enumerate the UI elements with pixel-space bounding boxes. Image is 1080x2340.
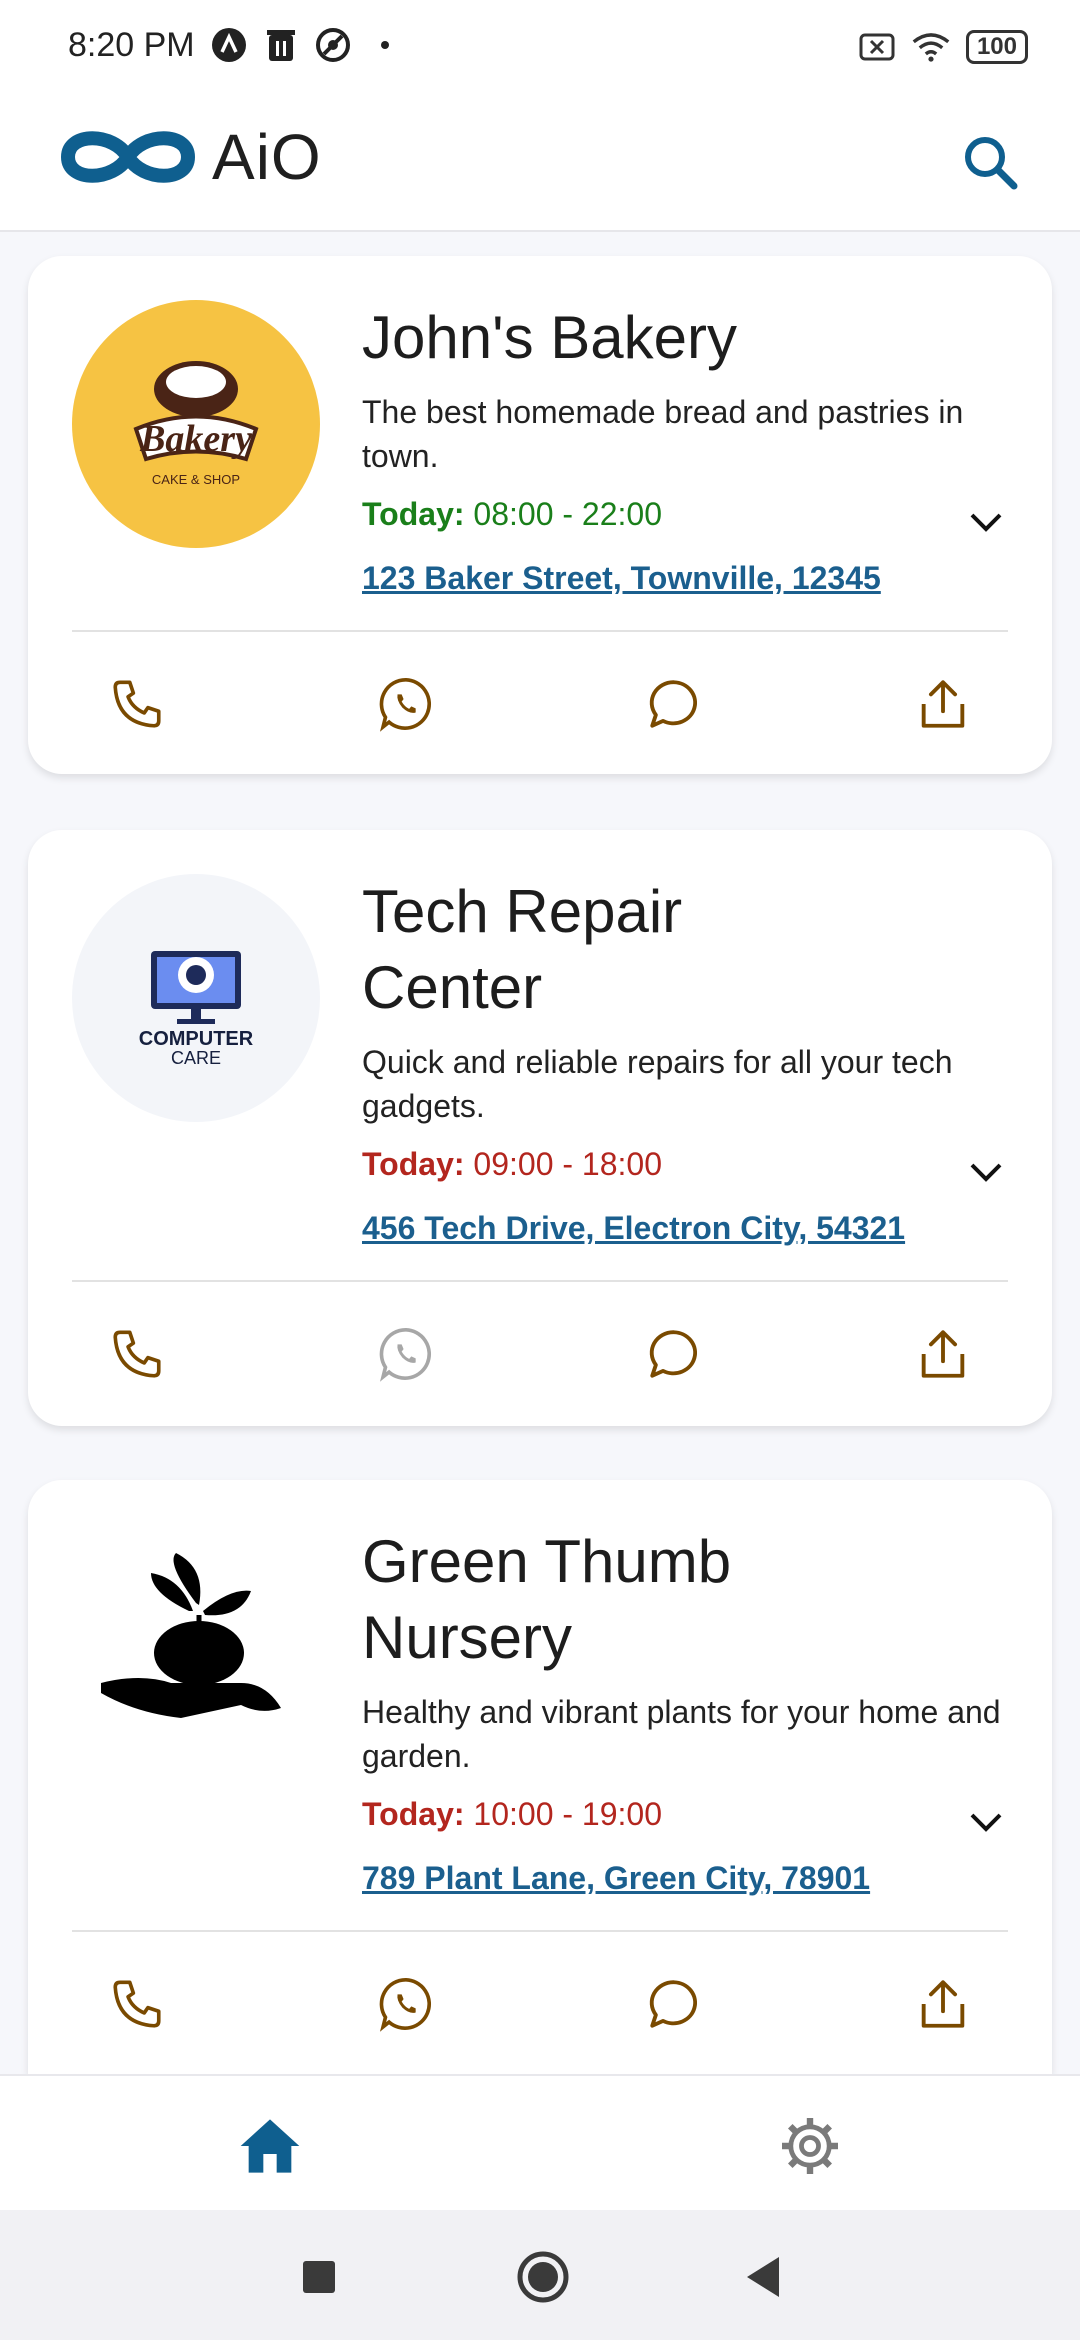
today-label: Today: (362, 1146, 465, 1182)
chat-bubble-icon (650, 1980, 698, 2028)
business-hours: Today: 09:00 - 18:00 (362, 1146, 662, 1183)
battery-indicator: 100 (965, 30, 1028, 64)
card-divider (72, 1930, 1008, 1932)
settings-icon (782, 2118, 838, 2174)
search-icon (965, 137, 1018, 190)
whatsapp-button-disabled (341, 1299, 471, 1409)
system-navigation-bar (0, 2210, 1080, 2340)
hours-value: 10:00 - 19:00 (473, 1796, 662, 1832)
trash-notification-icon (262, 26, 300, 64)
share-button[interactable] (878, 1299, 1008, 1409)
phone-icon (113, 680, 161, 728)
computer-logo-text: COMPUTER (139, 1028, 254, 1050)
expand-hours-button[interactable] (962, 1148, 1010, 1196)
status-bar: 8:20 PM 100 (0, 0, 1080, 96)
app-logo: AiO (58, 120, 322, 194)
plant-in-hand-icon (101, 1553, 281, 1718)
whatsapp-button[interactable] (341, 649, 471, 759)
chevron-down-icon (970, 513, 1002, 532)
expand-hours-button[interactable] (962, 1798, 1010, 1846)
home-system-button[interactable] (508, 2242, 578, 2312)
message-button[interactable] (609, 1949, 739, 2059)
nav-home-button[interactable] (220, 2106, 320, 2186)
business-card[interactable]: COMPUTER CARE Tech Repair Center Quick a… (28, 830, 1052, 1426)
today-label: Today: (362, 1796, 465, 1832)
business-description: Quick and reliable repairs for all your … (362, 1044, 953, 1124)
hours-value: 08:00 - 22:00 (473, 496, 662, 532)
whatsapp-icon (379, 678, 431, 732)
business-name: John's Bakery (362, 304, 737, 371)
status-system-icons: 100 (858, 28, 1028, 66)
business-name: Tech Repair Center (362, 878, 683, 1021)
message-button[interactable] (609, 649, 739, 759)
business-description: Healthy and vibrant plants for your home… (362, 1694, 1001, 1774)
status-notification-icons (210, 26, 404, 64)
wifi-icon (912, 28, 950, 66)
bakery-logo-icon: Bakery CAKE & SHOP (133, 361, 259, 487)
triangle-back-icon (747, 2257, 779, 2297)
recent-apps-button[interactable] (284, 2242, 354, 2312)
computer-care-logo-icon: COMPUTER CARE (139, 951, 254, 1068)
sync-notification-icon (314, 26, 352, 64)
business-card[interactable]: Bakery CAKE & SHOP John's Bakery The bes… (28, 256, 1052, 774)
business-logo: COMPUTER CARE (72, 874, 320, 1122)
search-button[interactable] (950, 122, 1030, 202)
chevron-down-icon (970, 1813, 1002, 1832)
call-button[interactable] (72, 1299, 202, 1409)
home-icon (240, 2119, 300, 2173)
business-hours: Today: 08:00 - 22:00 (362, 496, 662, 533)
infinity-logo-icon (60, 131, 196, 183)
share-button[interactable] (878, 649, 1008, 759)
share-button[interactable] (878, 1949, 1008, 2059)
app-notification-icon (210, 26, 248, 64)
dot-icon (366, 26, 404, 64)
no-sim-icon (858, 28, 896, 66)
chat-bubble-icon (650, 680, 698, 728)
share-icon (921, 680, 965, 728)
hours-value: 09:00 - 18:00 (473, 1146, 662, 1182)
business-description: The best homemade bread and pastries in … (362, 394, 964, 474)
whatsapp-icon (379, 1978, 431, 2032)
card-actions (72, 644, 1008, 764)
bakery-logo-subtext: CAKE & SHOP (152, 472, 240, 487)
card-actions (72, 1944, 1008, 2064)
chevron-down-icon (970, 1163, 1002, 1182)
bakery-logo-text: Bakery (139, 418, 252, 460)
call-button[interactable] (72, 649, 202, 759)
app-name: AiO (212, 121, 322, 193)
bottom-navigation (0, 2074, 1080, 2212)
back-button[interactable] (728, 2242, 798, 2312)
phone-icon (113, 1980, 161, 2028)
business-logo (72, 1524, 320, 1772)
share-icon (921, 1330, 965, 1378)
message-button[interactable] (609, 1299, 739, 1409)
card-divider (72, 630, 1008, 632)
whatsapp-button[interactable] (341, 1949, 471, 2059)
app-bar: AiO (0, 96, 1080, 232)
phone-icon (113, 1330, 161, 1378)
expand-hours-button[interactable] (962, 498, 1010, 546)
business-logo: Bakery CAKE & SHOP (72, 300, 320, 548)
status-time: 8:20 PM (68, 26, 195, 64)
whatsapp-icon (379, 1328, 431, 1382)
business-hours: Today: 10:00 - 19:00 (362, 1796, 662, 1833)
computer-logo-subtext: CARE (171, 1048, 221, 1068)
nav-settings-button[interactable] (760, 2106, 860, 2186)
circle-home-icon (517, 2251, 569, 2303)
business-address-link[interactable]: 123 Baker Street, Townville, 12345 (362, 560, 881, 597)
business-address-link[interactable]: 789 Plant Lane, Green City, 78901 (362, 1860, 870, 1897)
card-divider (72, 1280, 1008, 1282)
business-address-link[interactable]: 456 Tech Drive, Electron City, 54321 (362, 1210, 905, 1247)
today-label: Today: (362, 496, 465, 532)
business-name: Green Thumb Nursery (362, 1528, 732, 1671)
chat-bubble-icon (650, 1330, 698, 1378)
share-icon (921, 1980, 965, 2028)
square-recents-icon (303, 2261, 335, 2293)
card-actions (72, 1294, 1008, 1414)
call-button[interactable] (72, 1949, 202, 2059)
business-card[interactable]: Green Thumb Nursery Healthy and vibrant … (28, 1480, 1052, 2074)
